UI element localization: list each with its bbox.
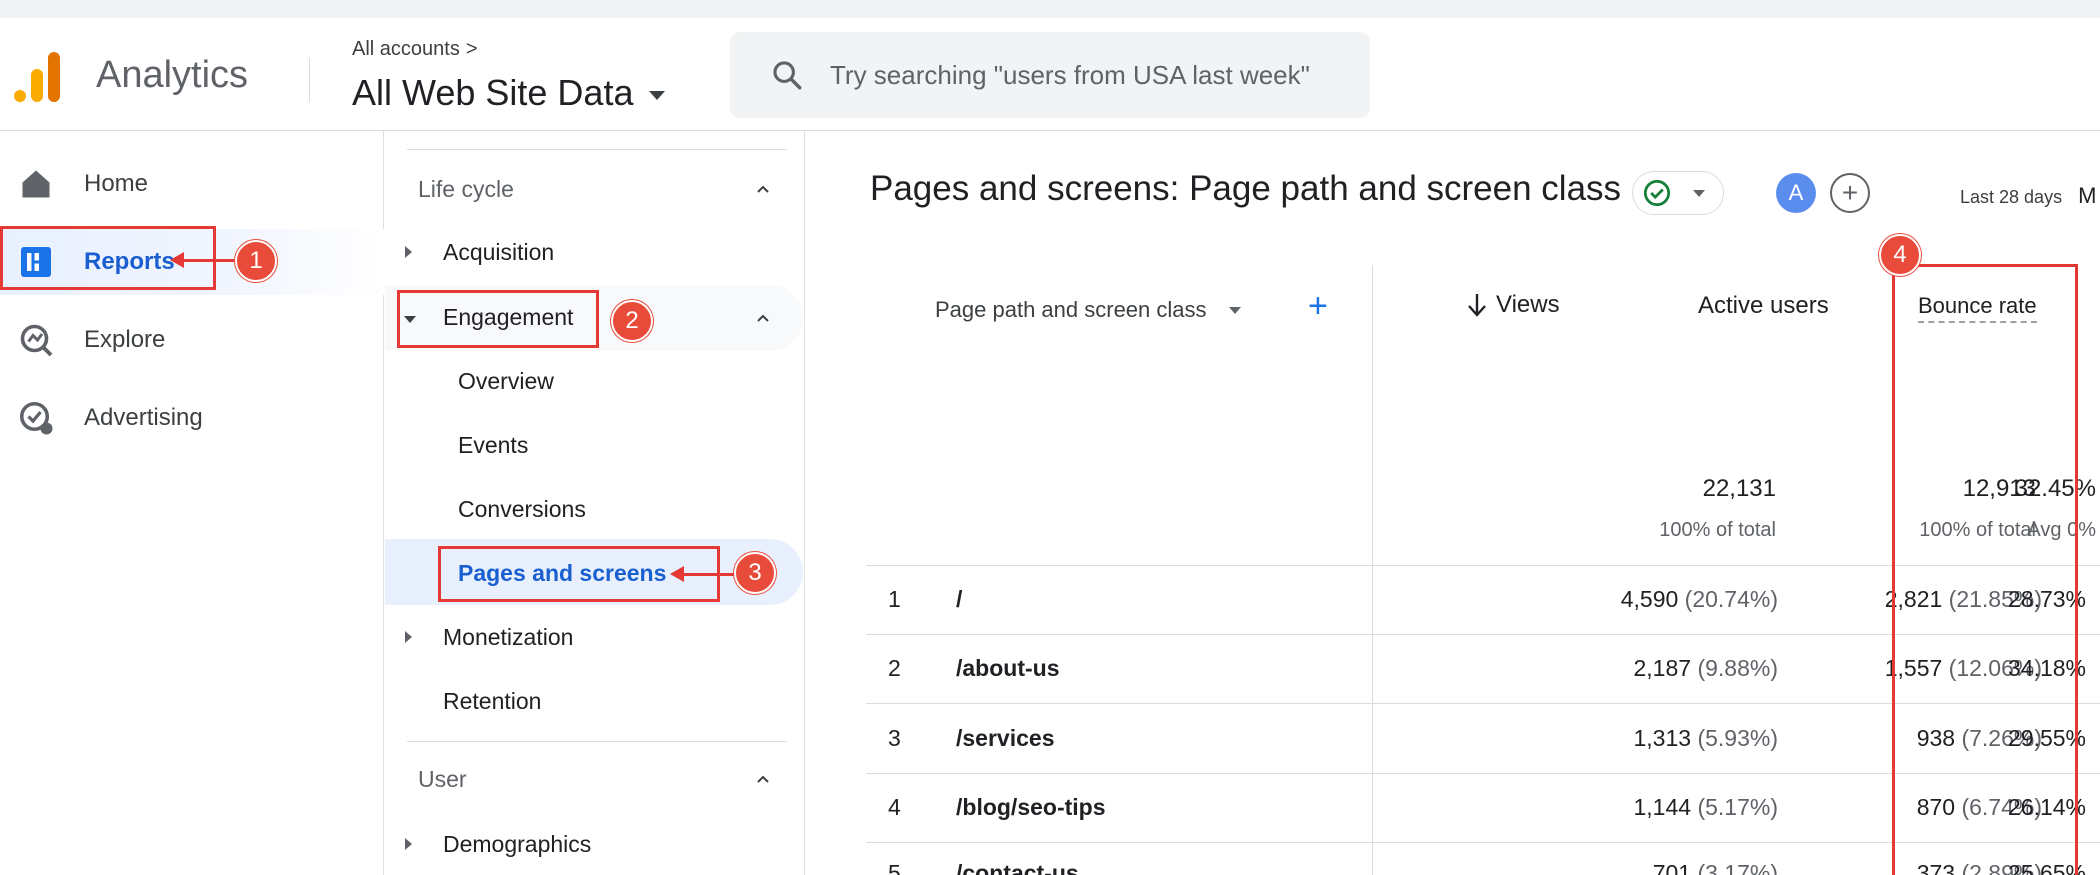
subnav-demographics[interactable]: Demographics — [443, 831, 591, 858]
subnav-acquisition[interactable]: Acquisition — [443, 239, 554, 266]
annotation-arrow — [670, 566, 734, 582]
analytics-logo-icon[interactable] — [14, 50, 62, 102]
annotation-badge-4: 4 — [1879, 234, 1921, 276]
nav-item-home[interactable]: Home — [0, 151, 384, 217]
add-comparison-button[interactable]: + — [1830, 173, 1870, 213]
total-views: 22,131 — [1702, 475, 1776, 502]
breadcrumb-label: All accounts — [352, 38, 460, 60]
subnav-overview[interactable]: Overview — [458, 368, 554, 395]
annotation-badge-3: 3 — [734, 552, 776, 594]
row-page-path[interactable]: /blog/seo-tips — [956, 794, 1106, 821]
nav-item-explore[interactable]: Explore — [0, 307, 384, 373]
breadcrumb[interactable]: All accounts > — [352, 38, 478, 61]
check-circle-icon — [1643, 179, 1671, 207]
total-views-sub: 100% of total — [1659, 519, 1776, 541]
views-value: 2,187 — [1633, 655, 1692, 681]
chevron-up-icon[interactable] — [755, 310, 771, 326]
row-index: 1 — [888, 586, 901, 612]
nav-item-advertising[interactable]: Advertising — [0, 385, 384, 451]
property-selector[interactable]: All Web Site Data — [352, 72, 666, 114]
annotation-badge-1: 1 — [235, 240, 277, 282]
add-dimension-button[interactable]: + — [1308, 289, 1328, 323]
date-range-label: Last 28 days — [1960, 187, 2063, 207]
row-page-path[interactable]: / — [956, 586, 962, 613]
views-value: 1,313 — [1633, 725, 1692, 751]
column-divider — [1372, 265, 1373, 875]
row-index: 2 — [888, 655, 901, 681]
property-name: All Web Site Data — [352, 72, 634, 113]
subnav-retention[interactable]: Retention — [443, 688, 541, 715]
expand-icon[interactable] — [405, 631, 412, 643]
divider — [407, 149, 787, 150]
annotation-box-engagement — [397, 290, 599, 348]
sort-desc-icon — [1468, 294, 1486, 317]
annotation-arrow — [170, 252, 234, 268]
app-title: Analytics — [96, 54, 249, 96]
dimension-header-label: Page path and screen class — [935, 297, 1207, 322]
reports-nav: Life cycle Acquisition Engagement Overvi… — [385, 131, 805, 875]
row-index: 3 — [888, 725, 901, 751]
section-lifecycle[interactable]: Life cycle — [418, 176, 514, 203]
subnav-conversions[interactable]: Conversions — [458, 496, 586, 523]
expand-icon[interactable] — [405, 246, 412, 258]
caret-down-icon — [1693, 189, 1705, 197]
row-index: 4 — [888, 794, 901, 820]
page-title: Pages and screens: Page path and screen … — [870, 169, 1622, 208]
dimension-header[interactable]: Page path and screen class — [935, 297, 1241, 323]
row-page-path[interactable]: /about-us — [956, 655, 1060, 682]
chevron-up-icon[interactable] — [755, 181, 771, 197]
views-value: 701 — [1652, 860, 1692, 875]
row-page-path[interactable]: /services — [956, 725, 1054, 752]
report-status-chip[interactable] — [1632, 171, 1724, 215]
search-bar[interactable]: Try searching "users from USA last week" — [730, 32, 1370, 118]
annotation-box-bounce-rate — [1892, 264, 2078, 875]
caret-down-icon — [1228, 306, 1241, 314]
row-page-path[interactable]: /contact-us — [956, 860, 1079, 875]
chevron-up-icon[interactable] — [755, 771, 771, 787]
row-index: 5 — [888, 860, 901, 875]
advertising-icon — [19, 401, 53, 435]
avatar[interactable]: A — [1776, 173, 1816, 213]
header-divider — [309, 58, 310, 102]
explore-icon — [20, 324, 53, 357]
app-header: Analytics All accounts > All Web Site Dat… — [0, 18, 2100, 131]
subnav-events[interactable]: Events — [458, 432, 528, 459]
home-icon — [22, 170, 50, 198]
column-header-active-users[interactable]: Active users — [1698, 292, 1829, 320]
nav-label-home: Home — [84, 170, 149, 197]
top-strip — [0, 0, 2100, 18]
nav-label-explore: Explore — [84, 326, 166, 353]
chevron-right-icon: > — [465, 38, 478, 60]
views-value: 1,144 — [1633, 794, 1692, 820]
annotation-badge-2: 2 — [611, 300, 653, 342]
expand-icon[interactable] — [405, 838, 412, 850]
column-label-views: Views — [1496, 291, 1560, 318]
date-range[interactable]: Last 28 days M — [1960, 183, 2096, 209]
caret-down-icon — [649, 90, 666, 100]
section-user[interactable]: User — [418, 766, 467, 793]
nav-label-advertising: Advertising — [84, 404, 203, 431]
subnav-monetization[interactable]: Monetization — [443, 624, 573, 651]
search-input[interactable]: Try searching "users from USA last week" — [830, 60, 1310, 91]
date-range-overflow: M — [2078, 183, 2097, 208]
divider — [407, 741, 787, 742]
column-header-views[interactable]: Views — [1466, 291, 1560, 319]
views-value: 4,590 — [1620, 586, 1679, 612]
search-icon — [773, 61, 802, 90]
